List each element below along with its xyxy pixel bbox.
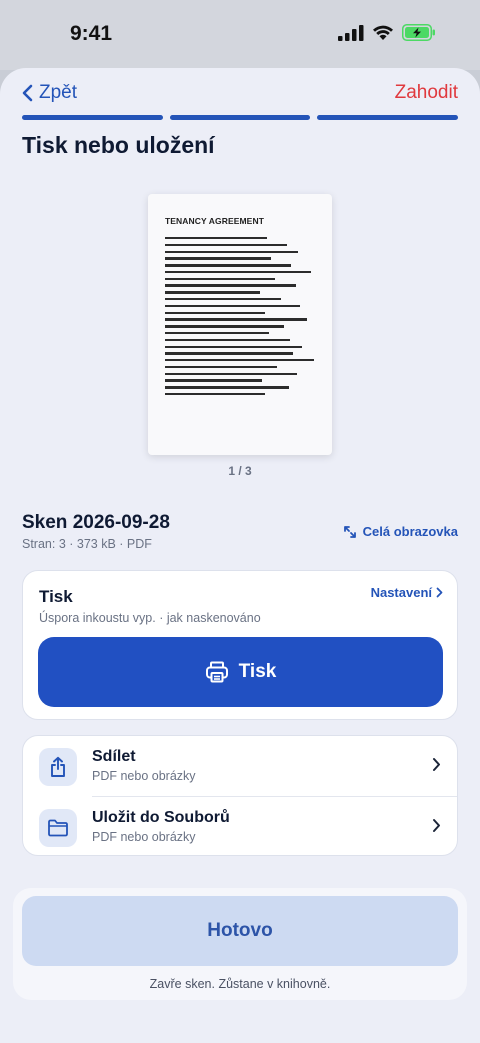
wifi-icon (373, 25, 393, 40)
back-label: Zpět (39, 82, 78, 103)
share-title: Sdílet (92, 748, 136, 765)
discard-button[interactable]: Zahodit (395, 82, 458, 104)
share-row[interactable]: Sdílet PDF nebo obrázky (23, 736, 457, 796)
document-text-lines (165, 237, 314, 400)
share-subtitle: PDF nebo obrázky (92, 769, 196, 783)
status-icons (338, 24, 436, 41)
save-to-files-subtitle: PDF nebo obrázky (92, 830, 196, 844)
scan-name: Sken 2026-09-28 (22, 512, 170, 533)
print-title: Tisk (39, 587, 73, 606)
chevron-left-icon (22, 84, 33, 102)
page-title: Tisk nebo uložení (22, 132, 215, 158)
battery-charging-icon (402, 24, 435, 41)
print-settings-label: Nastavení (370, 585, 432, 600)
fullscreen-button[interactable]: Celá obrazovka (343, 524, 458, 539)
print-button-label: Tisk (238, 661, 277, 682)
page-indicator: 1 / 3 (228, 464, 252, 478)
modal-sheet: Zpět Zahodit Tisk nebo uložení TENANCY A… (0, 68, 480, 1043)
done-note: Zavře sken. Zůstane v knihovně. (149, 977, 331, 991)
save-to-files-row[interactable]: Uložit do Souborů PDF nebo obrázky (23, 797, 457, 857)
save-to-files-title: Uložit do Souborů (92, 809, 230, 826)
share-icon-tile (39, 748, 77, 786)
scan-meta: Stran: 3 · 373 kB · PDF (22, 537, 152, 551)
folder-icon (48, 819, 68, 837)
printer-icon (205, 661, 228, 683)
chevron-right-icon (433, 819, 440, 832)
share-icon (51, 756, 65, 777)
document-heading: TENANCY AGREEMENT (165, 216, 264, 226)
status-time: 9:41 (70, 22, 113, 45)
status-bar: 9:41 (0, 0, 480, 70)
expand-icon (343, 525, 356, 538)
back-button[interactable]: Zpět (22, 82, 77, 104)
progress-segment (169, 115, 311, 120)
folder-icon-tile (39, 809, 77, 847)
step-progress (22, 115, 459, 120)
cellular-signal-icon (338, 24, 364, 41)
print-button[interactable]: Tisk (38, 637, 443, 707)
bottom-panel: Hotovo Zavře sken. Zůstane v knihovně. (13, 888, 467, 1000)
chevron-right-icon (433, 758, 440, 771)
print-card: Tisk Nastavení Úspora inkoustu vyp. · ja… (22, 570, 458, 720)
chevron-right-icon (436, 587, 443, 598)
actions-card: Sdílet PDF nebo obrázky Uložit do Soubor… (22, 735, 458, 856)
done-button[interactable]: Hotovo (22, 896, 458, 966)
progress-segment (22, 115, 163, 120)
fullscreen-label: Celá obrazovka (362, 524, 458, 539)
print-subtitle: Úspora inkoustu vyp. · jak naskenováno (39, 611, 261, 625)
progress-segment (317, 115, 459, 120)
print-settings-link[interactable]: Nastavení (371, 585, 443, 600)
document-preview[interactable]: TENANCY AGREEMENT (148, 194, 332, 455)
